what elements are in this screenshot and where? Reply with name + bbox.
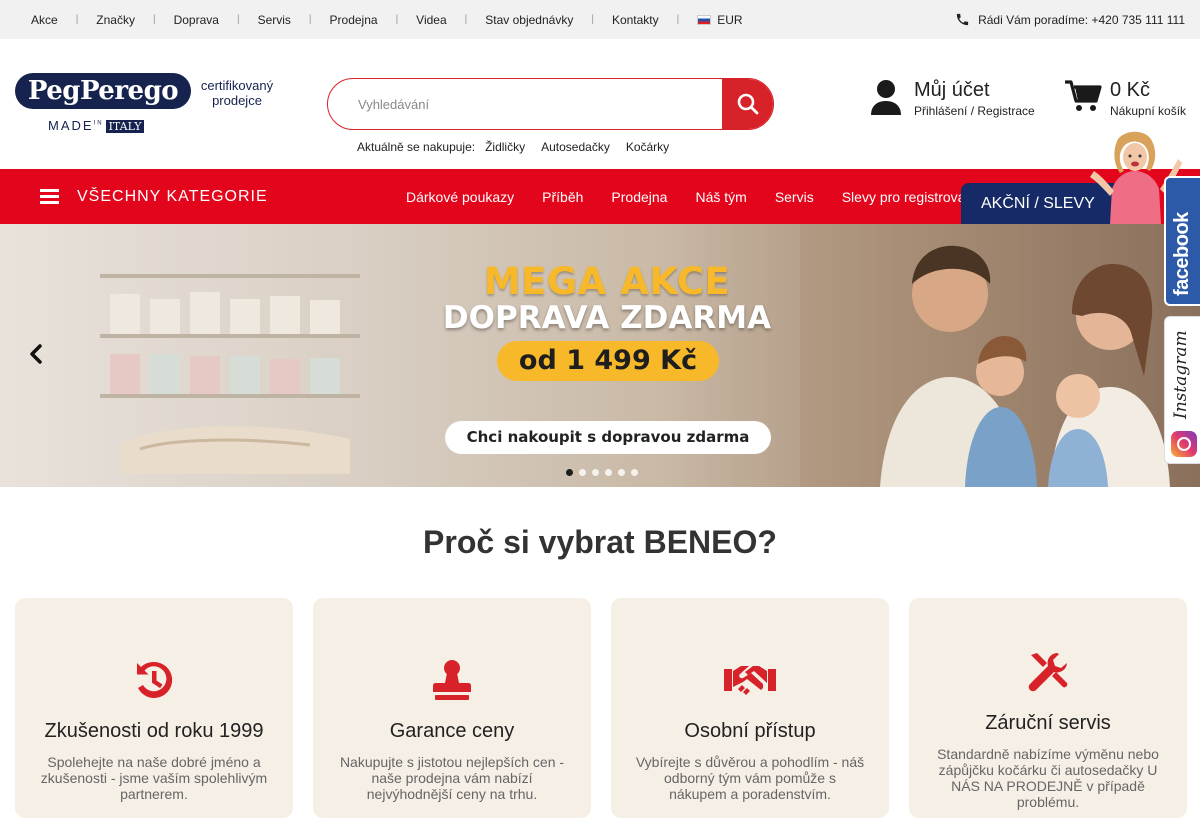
benefit-title: Osobní přístup [684, 720, 816, 742]
top-link-doprava[interactable]: Doprava [174, 13, 219, 27]
logo-brand: PegPerego [15, 73, 191, 109]
nav-item-story[interactable]: Příběh [542, 189, 583, 205]
hero-subtitle: DOPRAVA ZDARMA [442, 300, 772, 336]
benefit-title: Zkušenosti od roku 1999 [44, 720, 264, 742]
facebook-label: facebook [1171, 212, 1193, 296]
top-bar: Akce | Značky | Doprava | Servis | Prode… [0, 0, 1200, 39]
flag-icon [697, 14, 712, 25]
top-link-kontakty[interactable]: Kontakty [612, 13, 659, 27]
why-section-title: Proč si vybrat BENEO? [423, 524, 777, 560]
benefit-text: Standardně nabízíme výměnu nebo zápůjčku… [937, 746, 1159, 810]
slider-dot[interactable] [631, 469, 638, 476]
trending-searches: Aktuálně se nakupuje: Židličky Autosedač… [357, 140, 669, 154]
separator: | [75, 14, 79, 25]
top-link-stav-objednavky[interactable]: Stav objednávky [485, 13, 573, 27]
all-categories-label: VŠECHNY KATEGORIE [77, 187, 268, 205]
chevron-left-icon [30, 344, 42, 364]
slider-dot[interactable] [592, 469, 599, 476]
benefit-card: Garance ceny Nakupujte s jistotou nejlep… [313, 598, 591, 818]
logo-made-in-italy: MADEIN ITALY [48, 118, 145, 133]
facebook-tab[interactable]: facebook [1164, 176, 1200, 306]
trending-link-zidlicky[interactable]: Židličky [485, 140, 525, 154]
benefit-card: Zkušenosti od roku 1999 Spolehejte na na… [15, 598, 293, 818]
separator: | [395, 14, 399, 25]
account-text: Můj účet Přihlášení / Registrace [914, 79, 1035, 118]
top-nav: Akce | Značky | Doprava | Servis | Prode… [31, 13, 743, 27]
certified-seller-label: certifikovaný prodejce [200, 78, 274, 108]
phone-icon [956, 13, 969, 26]
instagram-tab[interactable]: Instagram [1164, 316, 1200, 464]
logo[interactable]: PegPerego MADEIN ITALY certifikovaný prod… [15, 73, 277, 135]
cart-icon [1065, 80, 1102, 111]
slider-dot[interactable] [605, 469, 612, 476]
user-icon [871, 80, 901, 115]
search-button[interactable] [722, 79, 773, 129]
slider-dots [566, 469, 638, 476]
separator: | [152, 14, 156, 25]
phone-contact[interactable]: Rádi Vám poradíme: +420 735 111 111 [955, 12, 1185, 27]
cart-link[interactable]: 0 Kč Nákupní košík [1064, 79, 1186, 118]
history-icon [15, 658, 293, 702]
header: PegPerego MADEIN ITALY certifikovaný prod… [0, 39, 1200, 169]
top-link-prodejna[interactable]: Prodejna [330, 13, 378, 27]
benefit-card: Záruční servis Standardně nabízíme výměn… [909, 598, 1187, 818]
nav-item-team[interactable]: Náš tým [695, 189, 746, 205]
top-link-videa[interactable]: Videa [416, 13, 446, 27]
all-categories-button[interactable]: VŠECHNY KATEGORIE [40, 188, 268, 206]
nav-item-gift-vouchers[interactable]: Dárkové poukazy [406, 189, 514, 205]
benefit-text: Vybírejte s důvěrou a pohodlím - náš odb… [635, 754, 865, 802]
top-link-servis[interactable]: Servis [258, 13, 291, 27]
handshake-icon [611, 658, 889, 702]
separator: | [308, 14, 312, 25]
search-bar [327, 78, 774, 130]
stamp-icon [313, 658, 591, 702]
separator: | [676, 14, 680, 25]
hero-banner[interactable]: MEGA AKCE DOPRAVA ZDARMA od 1 499 Kč Chc… [0, 224, 1200, 487]
currency-label: EUR [717, 12, 743, 27]
hero-cta-button[interactable]: Chci nakoupit s dopravou zdarma [445, 421, 771, 454]
nav-item-service[interactable]: Servis [775, 189, 814, 205]
account-title: Můj účet [914, 79, 990, 101]
cart-amount: 0 Kč [1110, 79, 1151, 101]
trending-link-autosedacky[interactable]: Autosedačky [541, 140, 610, 154]
instagram-label: Instagram [1171, 330, 1191, 419]
main-nav: VŠECHNY KATEGORIE Dárkové poukazy Příběh… [0, 131, 1200, 224]
nav-menu: Dárkové poukazy Příběh Prodejna Náš tým … [406, 169, 966, 224]
search-icon [737, 93, 759, 115]
nav-item-registered-discounts[interactable]: Slevy pro registrova [842, 189, 966, 205]
slider-dot[interactable] [566, 469, 573, 476]
menu-icon [40, 189, 59, 204]
separator: | [464, 14, 468, 25]
benefit-cards: Zkušenosti od roku 1999 Spolehejte na na… [15, 598, 1187, 818]
top-link-akce[interactable]: Akce [31, 13, 58, 27]
instagram-icon [1171, 431, 1197, 457]
cart-text: 0 Kč Nákupní košík [1110, 79, 1186, 118]
benefit-card: Osobní přístup Vybírejte s důvěrou a poh… [611, 598, 889, 818]
nav-item-store[interactable]: Prodejna [611, 189, 667, 205]
benefit-text: Nakupujte s jistotou nejlepších cen - na… [339, 754, 565, 802]
slider-dot[interactable] [579, 469, 586, 476]
trending-label: Aktuálně se nakupuje: [357, 140, 476, 154]
hero-title: MEGA AKCE [483, 260, 731, 303]
hero-price-badge: od 1 499 Kč [497, 341, 719, 381]
account-link[interactable]: Můj účet Přihlášení / Registrace [870, 79, 1035, 118]
slider-prev-button[interactable] [24, 342, 48, 366]
search-input[interactable] [328, 79, 722, 129]
phone-text: Rádi Vám poradíme: +420 735 111 111 [978, 12, 1185, 27]
account-subtitle: Přihlášení / Registrace [914, 104, 1035, 118]
trending-link-kocarky[interactable]: Kočárky [626, 140, 669, 154]
currency-switch[interactable]: EUR [697, 12, 743, 27]
benefit-title: Záruční servis [985, 712, 1111, 734]
cart-label: Nákupní košík [1110, 104, 1187, 118]
benefit-text: Spolehejte na naše dobré jméno a zkušeno… [40, 754, 268, 802]
separator: | [591, 14, 594, 25]
separator: | [236, 14, 240, 25]
slider-dot[interactable] [618, 469, 625, 476]
benefit-title: Garance ceny [389, 720, 515, 742]
tools-icon [909, 650, 1187, 694]
top-link-znacky[interactable]: Značky [96, 13, 135, 27]
